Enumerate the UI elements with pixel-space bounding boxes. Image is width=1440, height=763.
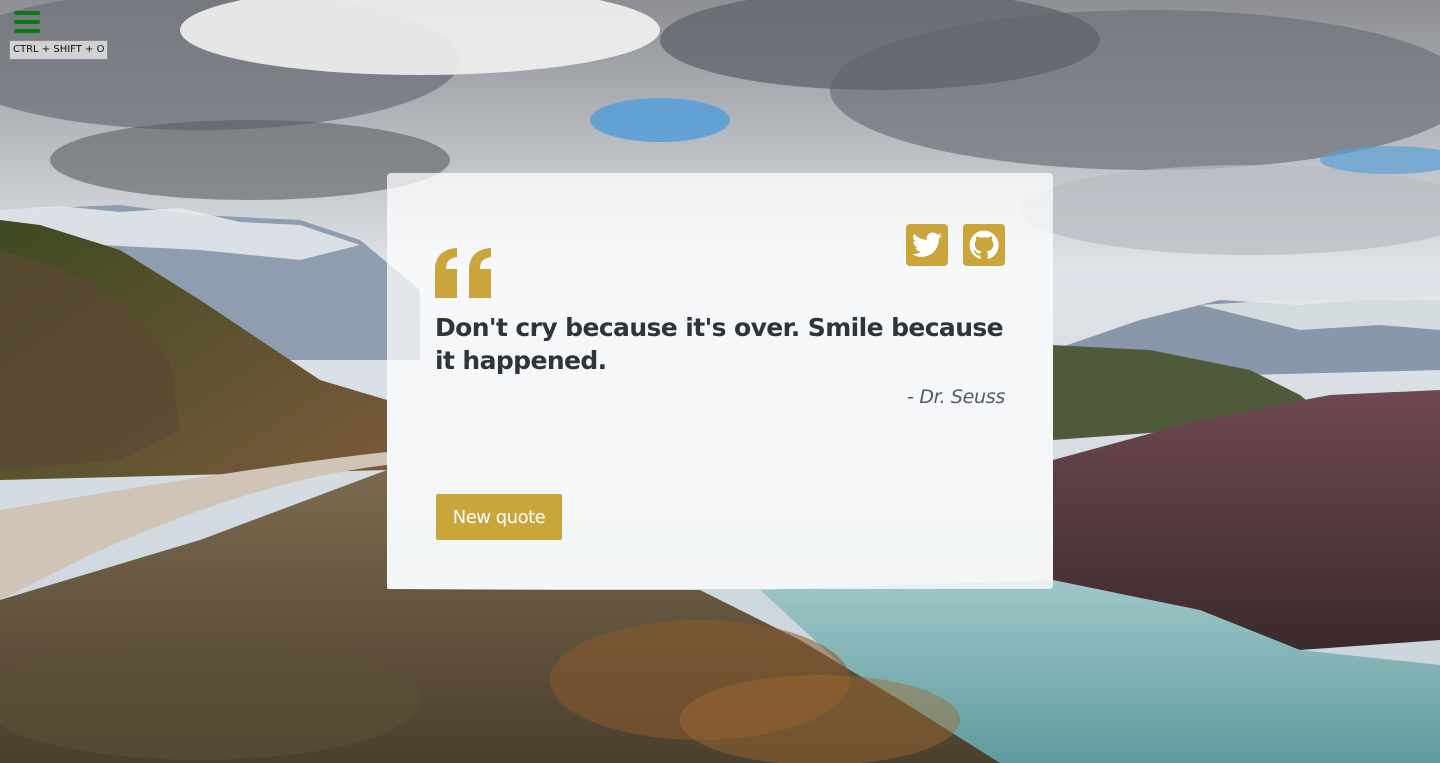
hamburger-menu-button[interactable] [13,10,41,34]
social-links [906,224,1005,266]
hamburger-menu-icon-bar [14,20,40,24]
quote-author: - Dr. Seuss [907,386,1005,408]
twitter-bird-icon [912,232,942,257]
quote-box: Don't cry because it's over. Smile becau… [387,173,1053,589]
keyboard-shortcut-hint: CTRL + SHIFT + O [9,40,109,60]
hamburger-menu-icon-bar [14,29,40,33]
hamburger-menu-icon [14,11,40,15]
quote-text: Don't cry because it's over. Smile becau… [435,313,1004,375]
new-quote-button[interactable]: New quote [436,494,562,540]
tweet-quote-button[interactable] [906,224,948,266]
github-octocat-icon [969,230,999,259]
quote-left-icon [435,248,491,298]
github-link-button[interactable] [963,224,1005,266]
